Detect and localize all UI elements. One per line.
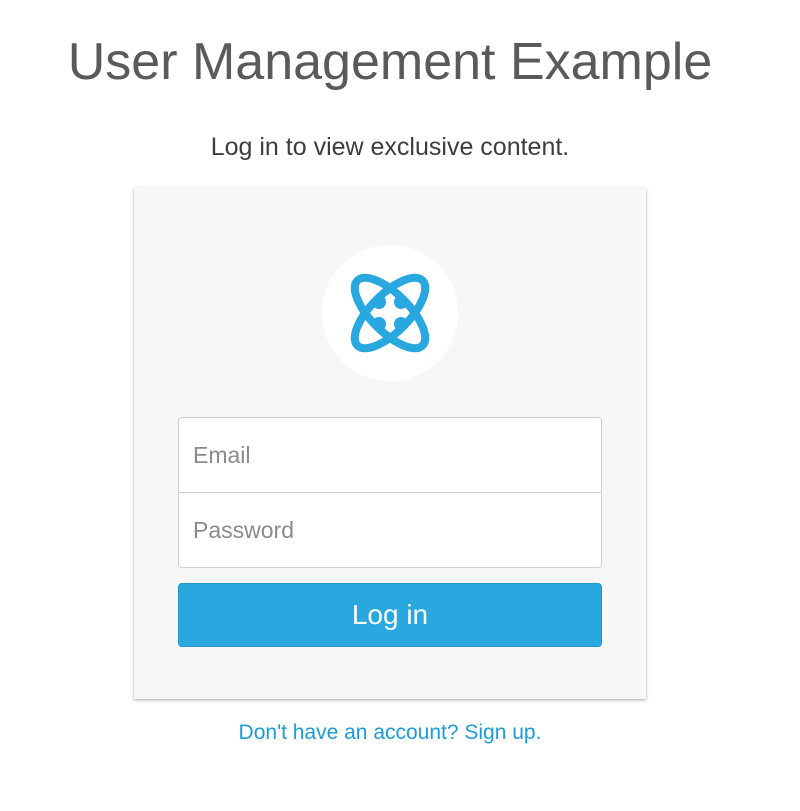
password-field[interactable]: [179, 493, 601, 567]
logo-badge: [322, 245, 458, 381]
page-title: User Management Example: [67, 33, 713, 91]
email-field[interactable]: [179, 418, 601, 492]
signup-link[interactable]: Don't have an account? Sign up.: [0, 718, 780, 748]
login-card: Log in: [134, 188, 646, 699]
login-button[interactable]: Log in: [178, 583, 602, 647]
page: User Management Example Log in to view e…: [0, 0, 800, 811]
page-subtitle: Log in to view exclusive content.: [210, 133, 570, 161]
credentials-group: [178, 417, 602, 568]
atom-logo-icon: [350, 273, 430, 353]
